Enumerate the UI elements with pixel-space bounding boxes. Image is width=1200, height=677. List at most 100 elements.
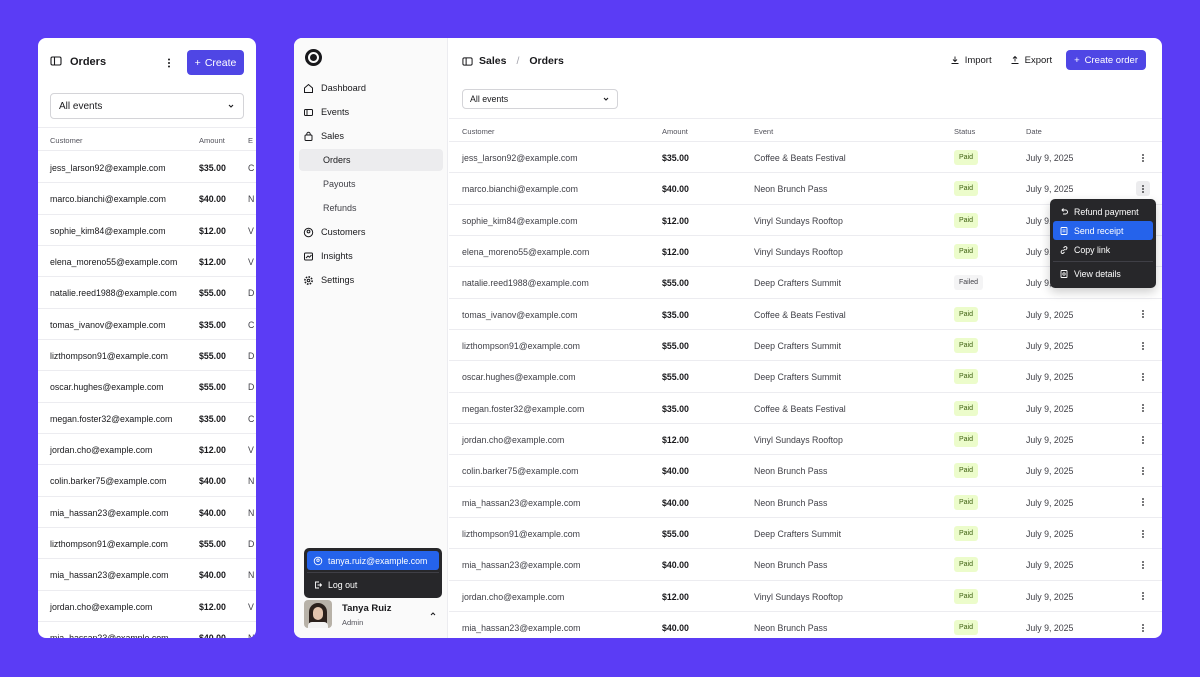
export-button[interactable]: Export — [1006, 50, 1056, 70]
user-account-switcher[interactable]: Tanya Ruiz Admin — [304, 600, 442, 630]
table-row[interactable]: oscar.hughes@example.com $55.00 D — [38, 371, 256, 403]
table-row[interactable]: elena_moreno55@example.com $12.00 V — [38, 246, 256, 278]
event-name: Neon Brunch Pass — [754, 560, 828, 571]
order-amount: $40.00 — [662, 623, 689, 634]
table-row[interactable]: lizthompson91@example.com $55.00 Deep Craf… — [449, 518, 1162, 550]
sidebar-item-events[interactable]: Events — [299, 101, 443, 123]
row-actions-icon[interactable] — [1136, 620, 1150, 635]
row-actions-icon[interactable] — [1136, 307, 1150, 322]
row-actions-icon[interactable] — [1136, 589, 1150, 604]
table-row[interactable]: mia_hassan23@example.com $40.00 N — [38, 497, 256, 529]
row-actions-icon[interactable] — [1136, 463, 1150, 478]
sidebar-toggle-icon[interactable] — [462, 56, 473, 67]
import-button[interactable]: Import — [946, 50, 996, 70]
column-header-date: Date — [1026, 127, 1042, 136]
event-name: Neon Brunch Pass — [754, 184, 828, 195]
table-row[interactable]: tomas_ivanov@example.com $35.00 Coffee & B… — [449, 299, 1162, 331]
table-row[interactable]: marco.bianchi@example.com $40.00 N — [38, 183, 256, 215]
menu-item-label: Copy link — [1074, 244, 1111, 255]
row-actions-icon[interactable] — [1136, 526, 1150, 541]
order-amount: $35.00 — [199, 163, 226, 173]
order-amount: $40.00 — [199, 507, 226, 518]
table-row[interactable]: mia_hassan23@example.com $40.00 Neon Brunc… — [449, 549, 1162, 581]
table-row[interactable]: mia_hassan23@example.com $40.00 N — [38, 559, 256, 591]
logout-menu-item[interactable]: Log out — [307, 575, 439, 594]
table-row[interactable]: megan.foster32@example.com $35.00 C — [38, 403, 256, 435]
menu-item-label: View details — [1074, 268, 1121, 279]
sidebar-item-payouts[interactable]: Payouts — [299, 173, 443, 195]
event-name: Vinyl Sundays Rooftop — [754, 215, 843, 226]
status-badge: Paid — [954, 463, 979, 479]
order-amount: $40.00 — [199, 476, 226, 487]
table-row[interactable]: jordan.cho@example.com $12.00 V — [38, 591, 256, 623]
event-name: D — [248, 539, 255, 550]
table-row[interactable]: colin.barker75@example.com $40.00 N — [38, 465, 256, 497]
order-amount: $12.00 — [662, 247, 689, 258]
table-row[interactable]: mia_hassan23@example.com $40.00 Neon Brunc… — [449, 612, 1162, 638]
view-details-menu-item[interactable]: View details — [1053, 264, 1153, 283]
sidebar-item-sales[interactable]: Sales — [299, 125, 443, 147]
avatar — [304, 600, 332, 628]
export-label: Export — [1024, 54, 1053, 66]
row-actions-icon[interactable] — [1136, 401, 1150, 416]
table-row[interactable]: oscar.hughes@example.com $55.00 Deep Craft… — [449, 361, 1162, 393]
table-row[interactable]: mia_hassan23@example.com $40.00 Neon Brunc… — [449, 487, 1162, 519]
status-badge: Failed — [954, 275, 984, 291]
row-actions-icon[interactable] — [1136, 557, 1150, 572]
table-row[interactable]: megan.foster32@example.com $35.00 Coffee &… — [449, 393, 1162, 425]
row-actions-icon[interactable] — [1136, 495, 1150, 510]
row-actions-icon[interactable] — [1136, 338, 1150, 353]
table-row[interactable]: lizthompson91@example.com $55.00 D — [38, 340, 256, 372]
row-actions-icon[interactable] — [1136, 369, 1150, 384]
sidebar-toggle-icon[interactable] — [50, 55, 64, 69]
order-amount: $12.00 — [662, 215, 689, 226]
status-badge: Paid — [954, 306, 979, 322]
table-row[interactable]: jordan.cho@example.com $12.00 Vinyl Sunday… — [449, 581, 1162, 613]
create-order-button[interactable]: + Create order — [1066, 50, 1146, 70]
row-actions-icon[interactable] — [1136, 181, 1150, 197]
customer-email: mia_hassan23@example.com — [462, 560, 581, 571]
order-amount: $40.00 — [199, 633, 226, 638]
mobile-event-filter-select[interactable]: All events — [50, 93, 244, 119]
customer-email: megan.foster32@example.com — [462, 403, 585, 414]
sidebar-item-orders[interactable]: Orders — [299, 149, 443, 171]
sidebar-item-insights[interactable]: Insights — [299, 245, 443, 267]
customer-email: lizthompson91@example.com — [50, 539, 168, 550]
table-row[interactable]: mia_hassan23@example.com $40.00 N — [38, 622, 256, 638]
table-row[interactable]: lizthompson91@example.com $55.00 Deep Craf… — [449, 330, 1162, 362]
customer-email: jordan.cho@example.com — [50, 445, 153, 456]
mobile-create-button[interactable]: + Create — [187, 50, 244, 75]
status-badge: Paid — [954, 588, 979, 604]
more-options-icon[interactable] — [162, 56, 176, 70]
send-receipt-menu-item[interactable]: Send receipt — [1053, 221, 1153, 240]
table-row[interactable]: jordan.cho@example.com $12.00 Vinyl Sunday… — [449, 424, 1162, 456]
row-actions-icon[interactable] — [1136, 432, 1150, 447]
user-menu-email[interactable]: tanya.ruiz@example.com — [307, 551, 439, 570]
table-row[interactable]: lizthompson91@example.com $55.00 D — [38, 528, 256, 560]
status-badge: Paid — [954, 557, 979, 573]
table-row[interactable]: colin.barker75@example.com $40.00 Neon Bru… — [449, 455, 1162, 487]
table-row[interactable]: tomas_ivanov@example.com $35.00 C — [38, 309, 256, 341]
copy-link-menu-item[interactable]: Copy link — [1053, 240, 1153, 259]
table-row[interactable]: jess_larson92@example.com $35.00 C — [38, 152, 256, 184]
table-row[interactable]: sophie_kim84@example.com $12.00 V — [38, 215, 256, 247]
table-row[interactable]: jess_larson92@example.com $35.00 Coffee & … — [449, 142, 1162, 174]
sidebar-item-customers[interactable]: Customers — [299, 221, 443, 243]
event-filter-select[interactable]: All events — [462, 89, 618, 109]
sidebar: Dashboard Events Sales Orders Payouts Re… — [294, 38, 448, 638]
create-order-label: Create order — [1084, 54, 1138, 66]
refund-payment-menu-item[interactable]: Refund payment — [1053, 202, 1153, 221]
row-actions-icon[interactable] — [1136, 150, 1150, 165]
document-search-icon — [1059, 269, 1069, 279]
event-name: N — [248, 633, 254, 638]
breadcrumb-sales[interactable]: Sales — [479, 55, 506, 67]
table-row[interactable]: natalie.reed1988@example.com $55.00 D — [38, 277, 256, 309]
sidebar-item-refunds[interactable]: Refunds — [299, 197, 443, 219]
sidebar-item-dashboard[interactable]: Dashboard — [299, 77, 443, 99]
event-name: Vinyl Sundays Rooftop — [754, 591, 843, 602]
app-logo[interactable] — [305, 49, 322, 66]
customer-email: marco.bianchi@example.com — [462, 184, 579, 195]
event-name: V — [248, 445, 254, 456]
sidebar-item-settings[interactable]: Settings — [299, 269, 443, 291]
table-row[interactable]: jordan.cho@example.com $12.00 V — [38, 434, 256, 466]
